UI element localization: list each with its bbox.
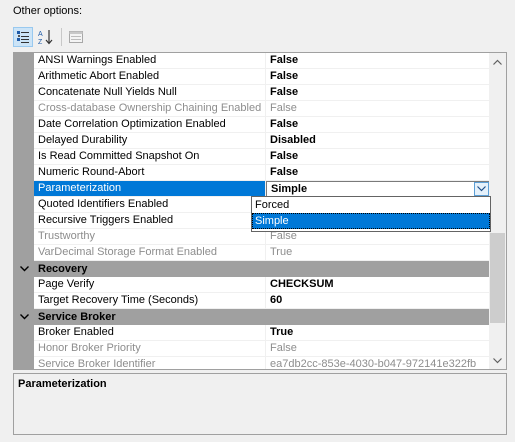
property-value[interactable]: False <box>266 69 491 85</box>
collapse-icon[interactable] <box>14 314 34 320</box>
property-value: ea7db2cc-853e-4030-b047-972141e322fb <box>266 357 491 369</box>
description-title: Parameterization <box>18 378 107 390</box>
property-name: Numeric Round-Abort <box>34 165 266 181</box>
property-value: True <box>266 245 491 261</box>
property-row-parameterization[interactable]: Parameterization Simple <box>14 181 491 197</box>
category-service-broker[interactable]: Service Broker <box>14 309 491 325</box>
property-name: Trustworthy <box>34 229 266 245</box>
property-value[interactable]: False <box>266 165 491 181</box>
property-value: Simple <box>271 183 308 195</box>
property-row[interactable]: Arithmetic Abort Enabled False <box>14 69 491 85</box>
property-row[interactable]: Delayed Durability Disabled <box>14 133 491 149</box>
property-row[interactable]: Page Verify CHECKSUM <box>14 277 491 293</box>
alphabetical-button[interactable]: A Z <box>36 27 56 47</box>
vertical-scrollbar[interactable] <box>489 53 506 369</box>
chevron-up-icon <box>493 59 502 65</box>
property-value[interactable]: False <box>266 149 491 165</box>
property-name: Is Read Committed Snapshot On <box>34 149 266 165</box>
svg-text:A: A <box>38 31 43 38</box>
property-row[interactable]: Date Correlation Optimization Enabled Fa… <box>14 117 491 133</box>
property-name: Concatenate Null Yields Null <box>34 85 266 101</box>
property-name: Service Broker Identifier <box>34 357 266 369</box>
property-name: Honor Broker Priority <box>34 341 266 357</box>
property-row-readonly[interactable]: Cross-database Ownership Chaining Enable… <box>14 101 491 117</box>
property-name: Delayed Durability <box>34 133 266 149</box>
category-label: Service Broker <box>38 311 116 323</box>
property-name: ANSI Warnings Enabled <box>34 53 266 69</box>
property-name: Arithmetic Abort Enabled <box>34 69 266 85</box>
property-value[interactable]: False <box>266 85 491 101</box>
property-row-readonly[interactable]: Service Broker Identifier ea7db2cc-853e-… <box>14 357 491 369</box>
dropdown-option-forced[interactable]: Forced <box>252 197 490 213</box>
property-row[interactable]: Is Read Committed Snapshot On False <box>14 149 491 165</box>
property-value[interactable]: CHECKSUM <box>266 277 491 293</box>
chevron-down-icon <box>493 357 502 363</box>
toolbar-separator <box>61 28 62 46</box>
scroll-up-button[interactable] <box>489 53 506 70</box>
parameterization-value[interactable]: Simple <box>266 181 491 197</box>
property-name: Parameterization <box>34 181 266 197</box>
property-pages-button[interactable] <box>66 27 86 47</box>
dropdown-option-simple[interactable]: Simple <box>252 213 490 229</box>
property-row[interactable]: Concatenate Null Yields Null False <box>14 85 491 101</box>
scrollbar-thumb[interactable] <box>490 233 505 323</box>
property-name: Page Verify <box>34 277 266 293</box>
property-name: VarDecimal Storage Format Enabled <box>34 245 266 261</box>
category-label: Recovery <box>38 263 88 275</box>
property-name: Recursive Triggers Enabled <box>34 213 266 229</box>
property-value: False <box>266 341 491 357</box>
property-name: Broker Enabled <box>34 325 266 341</box>
description-pane: Parameterization <box>13 373 507 435</box>
property-row-readonly[interactable]: VarDecimal Storage Format Enabled True <box>14 245 491 261</box>
parameterization-dropdown-list[interactable]: Forced Simple <box>251 196 491 232</box>
property-name: Date Correlation Optimization Enabled <box>34 117 266 133</box>
property-grid-toolbar: A Z <box>13 27 89 47</box>
property-value[interactable]: False <box>266 53 491 69</box>
property-name: Target Recovery Time (Seconds) <box>34 293 266 309</box>
svg-text:Z: Z <box>38 39 43 45</box>
categorized-icon <box>17 31 29 43</box>
property-value[interactable]: 60 <box>266 293 491 309</box>
chevron-down-icon <box>477 186 486 192</box>
scroll-down-button[interactable] <box>489 352 506 369</box>
sort-az-icon: A Z <box>38 30 53 45</box>
property-row[interactable]: Numeric Round-Abort False <box>14 165 491 181</box>
property-value[interactable]: False <box>266 117 491 133</box>
other-options-label: Other options: <box>13 5 83 17</box>
dropdown-button[interactable] <box>474 182 489 196</box>
property-value[interactable]: Disabled <box>266 133 491 149</box>
categorized-button[interactable] <box>13 27 33 47</box>
property-value[interactable]: True <box>266 325 491 341</box>
property-name: Quoted Identifiers Enabled <box>34 197 266 213</box>
collapse-icon[interactable] <box>14 266 34 272</box>
property-name: Cross-database Ownership Chaining Enable… <box>34 101 266 117</box>
property-row-readonly[interactable]: Honor Broker Priority False <box>14 341 491 357</box>
property-value: False <box>266 101 491 117</box>
property-row[interactable]: Target Recovery Time (Seconds) 60 <box>14 293 491 309</box>
property-row[interactable]: Broker Enabled True <box>14 325 491 341</box>
property-pages-icon <box>69 31 83 43</box>
property-row[interactable]: ANSI Warnings Enabled False <box>14 53 491 69</box>
category-recovery[interactable]: Recovery <box>14 261 491 277</box>
